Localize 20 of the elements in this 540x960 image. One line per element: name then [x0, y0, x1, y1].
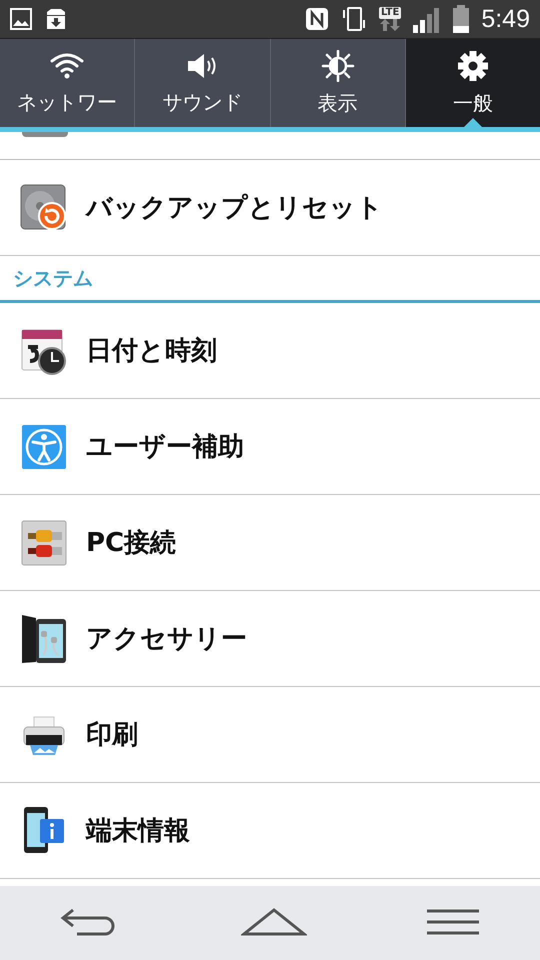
- tab[interactable]: 一般: [406, 39, 540, 127]
- calendar-clock-icon: [20, 326, 68, 374]
- download-box-icon: [44, 7, 68, 31]
- accessibility-icon: [20, 422, 68, 470]
- section-header: システム: [13, 264, 93, 292]
- battery-icon: [453, 5, 470, 33]
- nfc-icon: [304, 7, 329, 31]
- signal-icon: [413, 5, 442, 33]
- wifi-icon: [49, 50, 86, 80]
- phone-case-earphones-icon: [20, 612, 68, 664]
- lte-label: LTE: [378, 7, 402, 19]
- clock-time: 5:49: [481, 4, 530, 34]
- vibrate-icon: [340, 5, 367, 33]
- settings-item-icon: [22, 132, 68, 137]
- drive-reset-icon: [20, 184, 68, 232]
- brightness-icon: [320, 50, 356, 82]
- cable-plugs-icon: [20, 518, 68, 566]
- data-arrows-icon: [380, 19, 400, 31]
- image-icon: [10, 8, 32, 30]
- selection-pointer: [464, 118, 482, 127]
